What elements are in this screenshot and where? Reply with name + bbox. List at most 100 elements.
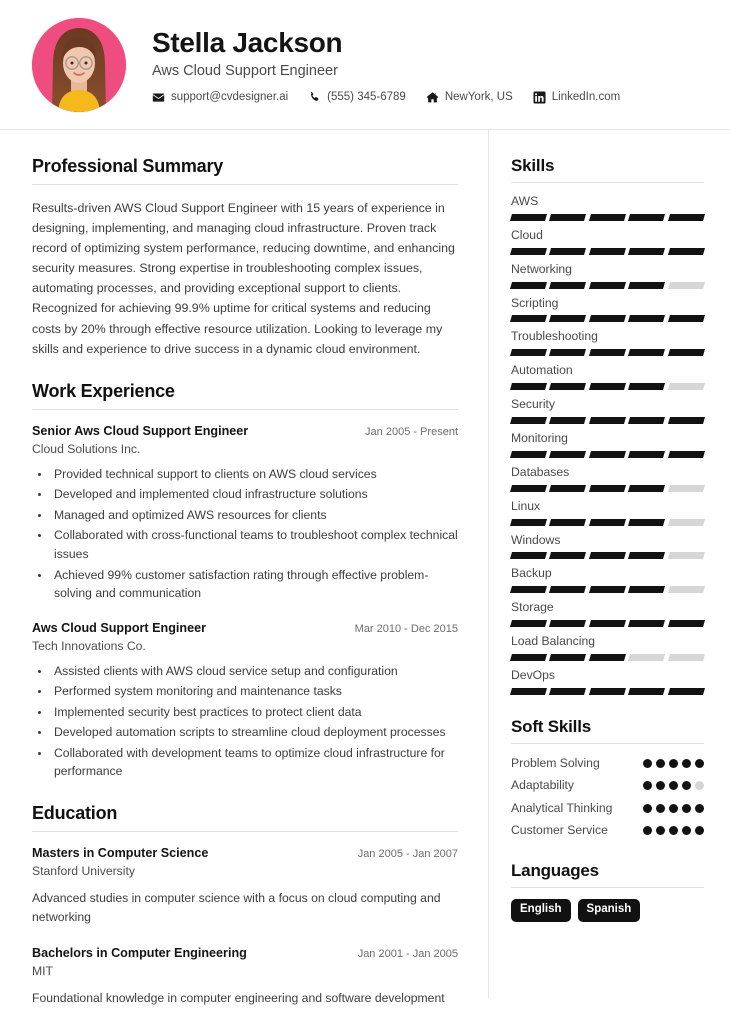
- skill-segment: [667, 620, 706, 628]
- soft-skill-row: Adaptability: [511, 777, 704, 793]
- skill-segment: [628, 586, 666, 594]
- entry-bullet: Developed automation scripts to streamli…: [51, 723, 458, 742]
- entry-organization: Tech Innovations Co.: [32, 638, 146, 653]
- skill-segment: [667, 586, 706, 594]
- contact-linkedin[interactable]: LinkedIn.com: [533, 91, 620, 104]
- contact-phone[interactable]: (555) 345-6789: [308, 91, 406, 104]
- skill-segment: [588, 552, 627, 560]
- skill-segment: [667, 552, 706, 560]
- entry-bullet: Implemented security best practices to p…: [51, 703, 458, 722]
- skill-row: Backup: [509, 566, 706, 594]
- entry-header: Senior Aws Cloud Support Engineer Jan 200…: [32, 423, 458, 440]
- rating-dot: [695, 803, 704, 813]
- contact-list: support@cvdesigner.ai (555) 345-6789 New…: [152, 91, 640, 104]
- resume-page: Stella Jackson Aws Cloud Support Enginee…: [0, 0, 730, 1024]
- contact-location[interactable]: NewYork, US: [426, 91, 513, 104]
- rating-dot: [643, 826, 652, 836]
- soft-skill-name: Problem Solving: [511, 755, 600, 770]
- rating-dot: [682, 803, 691, 813]
- skill-name: Backup: [511, 566, 552, 581]
- entry-organization: Stanford University: [32, 864, 135, 879]
- rating-dot: [643, 781, 652, 791]
- skill-row: AWS: [509, 194, 706, 221]
- skill-level-bar: [509, 484, 706, 492]
- skill-name: DevOps: [511, 668, 556, 683]
- skill-segment: [667, 349, 706, 357]
- section-work-experience: Work Experience Senior Aws Cloud Support…: [32, 381, 458, 781]
- skill-segment: [667, 654, 706, 662]
- skill-segment: [549, 281, 587, 289]
- skill-name: Security: [511, 397, 556, 412]
- skill-segment: [588, 247, 627, 255]
- skill-level-bar: [509, 383, 706, 391]
- entry-degree: Masters in Computer Science: [32, 846, 209, 861]
- work-entry: Senior Aws Cloud Support Engineer Jan 200…: [32, 423, 458, 603]
- skill-segment: [588, 484, 627, 492]
- skill-name: AWS: [511, 194, 539, 208]
- rating-dot: [656, 826, 665, 836]
- entry-bullet: Provided technical support to clients on…: [51, 465, 458, 484]
- skill-segment: [667, 687, 706, 695]
- entry-date: Jan 2001 - Jan 2005: [357, 947, 458, 960]
- entry-role: Aws Cloud Support Engineer: [32, 620, 206, 635]
- skill-segment: [588, 281, 627, 289]
- rating-dot: [669, 781, 678, 791]
- skill-segment: [628, 213, 666, 221]
- skill-name: Linux: [511, 498, 541, 513]
- rating-dot: [656, 781, 665, 791]
- skill-level-bar: [509, 687, 706, 695]
- skill-segment: [667, 518, 706, 526]
- skill-level-bar: [509, 586, 706, 594]
- skill-segment: [509, 383, 548, 391]
- skill-name: Databases: [511, 464, 570, 479]
- skill-row: Troubleshooting: [509, 329, 706, 357]
- skill-segment: [509, 484, 548, 492]
- skill-segment: [509, 687, 548, 695]
- skill-segment: [628, 518, 666, 526]
- rating-dot: [669, 826, 678, 836]
- contact-email[interactable]: support@cvdesigner.ai: [152, 91, 288, 104]
- rating-dot: [695, 826, 704, 836]
- skill-segment: [588, 654, 627, 662]
- header-info: Stella Jackson Aws Cloud Support Enginee…: [152, 25, 640, 104]
- skill-row: Security: [509, 397, 706, 425]
- skill-segment: [667, 281, 706, 289]
- soft-skill-row: Problem Solving: [511, 755, 704, 771]
- entry-header: Bachelors in Computer Engineering Jan 200…: [32, 945, 458, 962]
- skill-segment: [549, 417, 587, 425]
- skill-name: Troubleshooting: [511, 329, 598, 344]
- section-soft-skills: Soft Skills Problem Solving Adaptability A…: [511, 717, 704, 839]
- skill-segment: [509, 213, 548, 221]
- main-column: Professional Summary Results-driven AWS …: [0, 130, 488, 1024]
- entry-bullet: Collaborated with cross-functional teams…: [51, 526, 458, 563]
- rating-dot: [682, 826, 691, 836]
- soft-skill-row: Analytical Thinking: [511, 800, 704, 816]
- skill-segment: [628, 687, 666, 695]
- skill-name: Storage: [511, 600, 554, 615]
- avatar: [32, 17, 126, 112]
- skills-list: AWS Cloud Networking Scripting Troubleshooti…: [509, 194, 706, 695]
- skill-segment: [509, 620, 548, 628]
- soft-skill-name: Analytical Thinking: [511, 800, 613, 815]
- skill-segment: [549, 383, 587, 391]
- skill-segment: [667, 247, 706, 255]
- skill-segment: [549, 247, 587, 255]
- entry-date: Jan 2005 - Jan 2007: [357, 848, 458, 861]
- resume-body: Professional Summary Results-driven AWS …: [0, 130, 730, 1024]
- skill-segment: [549, 620, 587, 628]
- skill-segment: [509, 518, 548, 526]
- section-title-summary: Professional Summary: [32, 156, 224, 176]
- skill-segment: [509, 247, 548, 255]
- entry-bullet: Collaborated with development teams to o…: [51, 744, 458, 781]
- rating-dot: [682, 758, 691, 768]
- rating-dot: [643, 758, 652, 768]
- summary-text: Results-driven AWS Cloud Support Enginee…: [32, 201, 455, 356]
- section-rule: [511, 886, 704, 888]
- skill-segment: [588, 687, 627, 695]
- skill-row: DevOps: [509, 668, 706, 695]
- phone-icon: [308, 91, 321, 104]
- entry-degree: Bachelors in Computer Engineering: [32, 945, 247, 960]
- skill-row: Automation: [509, 363, 706, 391]
- skill-name: Windows: [511, 532, 561, 547]
- entry-organization: MIT: [32, 963, 53, 978]
